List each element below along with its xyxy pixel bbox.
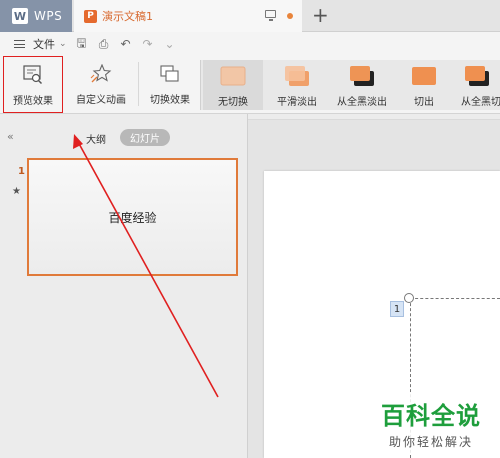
- file-menu-chevron-icon[interactable]: ⌄: [59, 39, 67, 49]
- tab-outline[interactable]: 大纲: [86, 131, 106, 146]
- file-menu[interactable]: 文件: [33, 36, 55, 52]
- ribbon-divider: [138, 62, 139, 106]
- transition-none-thumb: [219, 65, 247, 87]
- transition-cut-label: 切出: [414, 97, 434, 108]
- transition-gallery: 无切换 平滑淡出 从全黑淡出 切出 从全黑切: [200, 60, 500, 110]
- save-icon[interactable]: 🖫: [75, 34, 89, 55]
- hamburger-icon[interactable]: [14, 40, 25, 48]
- slide-number: 1: [18, 166, 25, 177]
- slide-switch-icon: [159, 64, 181, 84]
- switch-effect-button[interactable]: 切换效果: [142, 56, 198, 112]
- watermark-title: 百科全说: [381, 402, 481, 430]
- presentation-icon: P: [84, 9, 97, 23]
- transition-none[interactable]: 无切换: [203, 60, 263, 110]
- switch-effect-label: 切换效果: [150, 95, 190, 106]
- document-tab[interactable]: P 演示文稿1: [74, 0, 302, 32]
- transition-cut[interactable]: 切出: [401, 60, 447, 110]
- transition-smooth-fade[interactable]: 平滑淡出: [269, 60, 325, 110]
- transition-cut-from-black-thumb: [463, 65, 491, 87]
- watermark: 百科全说 助你轻松解决: [369, 392, 493, 454]
- redo-icon[interactable]: ↷: [141, 37, 155, 51]
- preview-icon: [22, 65, 44, 85]
- custom-animation-button[interactable]: 自定义动画: [70, 56, 132, 112]
- ruler: [248, 114, 500, 120]
- print-icon[interactable]: ⎙: [97, 37, 111, 52]
- document-tab-label: 演示文稿1: [102, 10, 153, 23]
- collapse-panel-icon[interactable]: «: [7, 130, 14, 143]
- transition-fade-from-black-label: 从全黑淡出: [337, 97, 387, 108]
- transition-fade-from-black-thumb: [348, 65, 376, 87]
- preview-effect-label: 预览效果: [13, 96, 53, 107]
- transition-smooth-fade-thumb: [283, 65, 311, 87]
- transition-none-label: 无切换: [218, 97, 248, 108]
- watermark-subtitle: 助你轻松解决: [388, 435, 473, 449]
- preview-effect-button[interactable]: 预览效果: [3, 56, 63, 113]
- tab-slides[interactable]: 幻灯片: [120, 129, 170, 146]
- transition-fade-from-black[interactable]: 从全黑淡出: [329, 60, 395, 110]
- resize-handle[interactable]: [404, 293, 414, 303]
- star-animation-icon: [90, 63, 112, 84]
- menu-bar: 文件 ⌄ 🖫 ⎙ ↶ ↷ ⌄: [0, 32, 500, 56]
- wps-logo-icon: W: [12, 8, 28, 24]
- monitor-icon[interactable]: [265, 10, 276, 21]
- transition-smooth-fade-label: 平滑淡出: [277, 97, 317, 108]
- transition-cut-from-black[interactable]: 从全黑切: [453, 60, 500, 110]
- transition-cut-thumb: [410, 65, 438, 87]
- slides-panel-header: « 大纲 幻灯片: [0, 114, 247, 150]
- wps-home-tab[interactable]: W WPS: [0, 0, 72, 32]
- new-tab-button[interactable]: +: [312, 3, 329, 27]
- custom-animation-label: 自定义动画: [76, 95, 126, 106]
- app-name: WPS: [34, 9, 63, 23]
- transition-cut-from-black-label: 从全黑切: [461, 97, 500, 108]
- animation-star-icon: ★: [12, 186, 21, 197]
- ribbon: 预览效果 自定义动画 切换效果 无切换 平滑淡出 从全黑淡出 切出 从全黑切: [0, 56, 500, 114]
- slide-thumbnail[interactable]: 百度经验: [27, 158, 238, 276]
- undo-icon[interactable]: ↶: [119, 37, 133, 51]
- placeholder-number-badge: 1: [390, 301, 404, 317]
- title-bar: W WPS P 演示文稿1 +: [0, 0, 500, 32]
- unsaved-dot-icon: [287, 13, 293, 19]
- quick-access-more-icon[interactable]: ⌄: [163, 37, 177, 51]
- slide-thumbnail-title: 百度经验: [108, 210, 157, 225]
